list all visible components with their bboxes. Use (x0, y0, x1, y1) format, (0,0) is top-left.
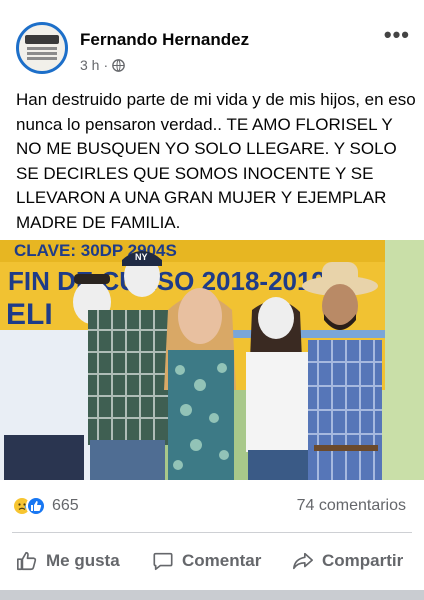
post-header: Fernando Hernandez 3 h · ••• (0, 0, 424, 80)
globe-icon (112, 58, 125, 72)
reaction-count: 665 (52, 497, 79, 514)
share-arrow-icon (293, 552, 313, 570)
reactions-summary[interactable]: 665 (12, 496, 79, 516)
banner-line-2: FIN DE CURSO 2018-2019 (8, 266, 326, 296)
more-options-button[interactable]: ••• (384, 24, 410, 46)
comment-button[interactable]: Comentar (152, 544, 261, 578)
post-meta: 3 h · (80, 57, 125, 73)
share-button[interactable]: Compartir (292, 544, 403, 578)
comment-label: Comentar (182, 551, 262, 570)
share-label: Compartir (322, 551, 404, 570)
like-label: Me gusta (46, 551, 120, 570)
cap-text: NY (135, 252, 148, 262)
comment-icon (153, 552, 173, 571)
author-avatar[interactable] (16, 22, 68, 74)
action-bar: Me gusta Comentar Compartir (0, 544, 424, 578)
post-photo[interactable]: CLAVE: 30DP 2904S FIN DE CURSO 2018-2019… (0, 240, 424, 480)
like-button[interactable]: Me gusta (16, 544, 120, 578)
banner-line-3: ELI (6, 298, 53, 331)
like-reaction-icon (26, 496, 46, 516)
post-text: Han destruido parte de mi vida y de mis … (16, 90, 416, 232)
post-time[interactable]: 3 h (80, 57, 99, 73)
feed-separator (0, 590, 424, 600)
meta-separator: · (103, 57, 109, 73)
photo-illustration: CLAVE: 30DP 2904S FIN DE CURSO 2018-2019… (0, 240, 424, 480)
comments-count-link[interactable]: 74 comentarios (297, 497, 406, 515)
thumbs-up-icon (17, 551, 37, 571)
divider (12, 532, 412, 533)
author-name[interactable]: Fernando Hernandez (80, 30, 249, 50)
